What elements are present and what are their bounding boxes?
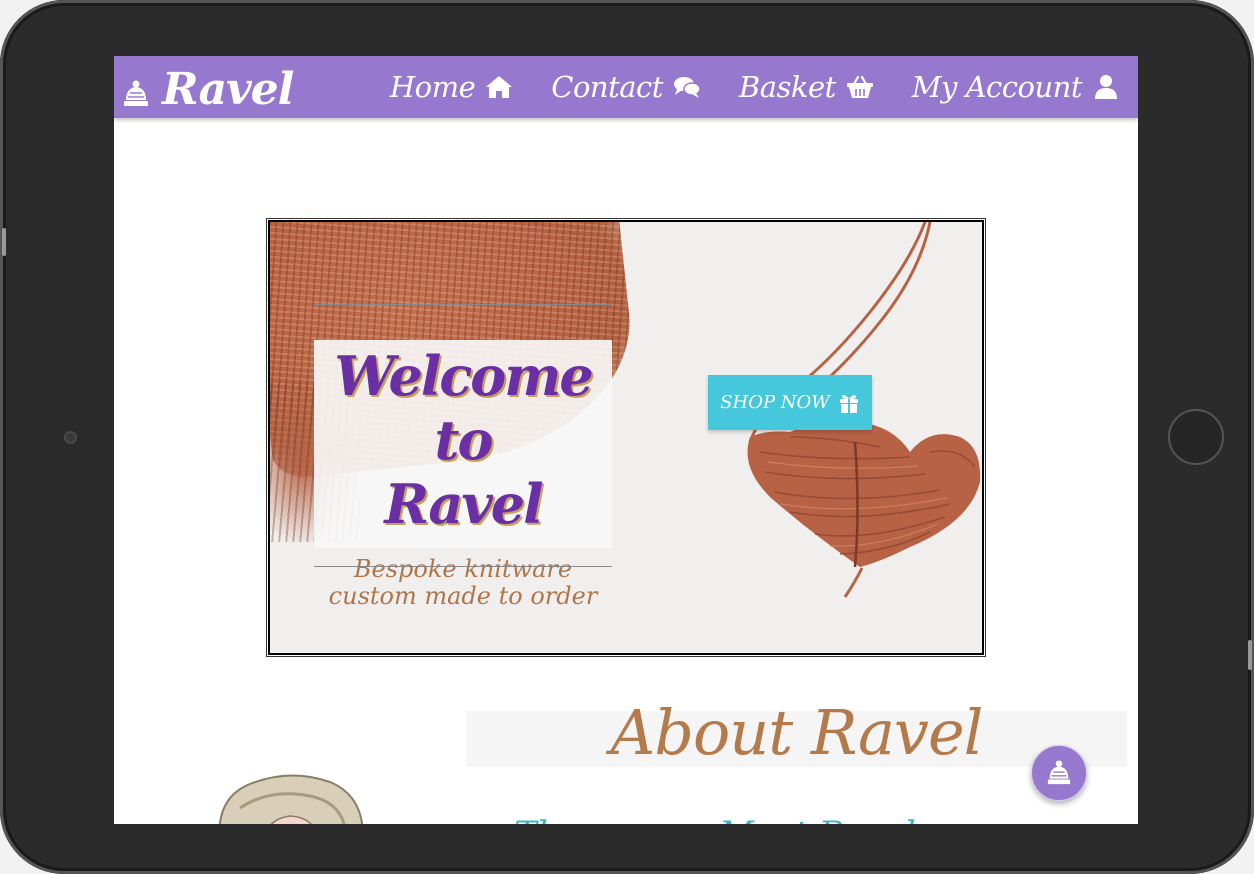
hero-card: Welcome to Ravel Bespoke knitware custom… xyxy=(314,340,612,610)
hero-title-line1: Welcome to xyxy=(334,344,594,472)
scroll-top-button[interactable] xyxy=(1031,745,1087,801)
screen: Ravel Home Contact Basket My Account Wel… xyxy=(114,56,1138,824)
tablet-frame: Ravel Home Contact Basket My Account Wel… xyxy=(0,0,1254,874)
nav-links: Home Contact Basket My Account xyxy=(352,70,1120,104)
nav-home[interactable]: Home xyxy=(390,70,513,104)
nav-basket-label: Basket xyxy=(738,70,836,104)
nav-basket[interactable]: Basket xyxy=(739,70,874,104)
nav-contact-label: Contact xyxy=(551,70,663,104)
about-title: About Ravel xyxy=(610,696,984,769)
volume-button xyxy=(2,228,6,256)
home-button[interactable] xyxy=(1168,409,1224,465)
about-intro-text: The ... ... ... Meet Ravel ... xyxy=(514,814,959,824)
hero-subtitle: Bespoke knitware custom made to order xyxy=(328,555,598,610)
beanie-hat-icon xyxy=(124,80,148,106)
hero-banner: Welcome to Ravel Bespoke knitware custom… xyxy=(266,218,986,657)
shop-now-label: SHOP NOW xyxy=(720,392,830,413)
hero-title: Welcome to Ravel xyxy=(314,344,612,536)
shop-now-button[interactable]: SHOP NOW xyxy=(708,375,872,430)
hero-divider xyxy=(314,304,612,305)
shopping-basket-icon xyxy=(846,75,873,98)
hero-divider xyxy=(314,566,612,567)
hero-title-line2: Ravel xyxy=(384,472,543,536)
beanie-hat-icon xyxy=(1047,760,1071,785)
user-icon xyxy=(1095,75,1117,99)
power-button xyxy=(1248,640,1252,670)
navbar: Ravel Home Contact Basket My Account xyxy=(114,56,1138,118)
brand-logo[interactable]: Ravel xyxy=(122,64,294,115)
nav-home-label: Home xyxy=(389,70,476,104)
home-icon xyxy=(486,76,513,98)
brand-name: Ravel xyxy=(162,64,294,115)
nav-contact[interactable]: Contact xyxy=(551,70,701,104)
camera-icon xyxy=(64,431,77,444)
gift-icon xyxy=(839,394,858,413)
comments-icon xyxy=(673,77,701,98)
founder-avatar xyxy=(218,774,364,824)
nav-my-account-label: My Account xyxy=(911,70,1083,104)
nav-my-account[interactable]: My Account xyxy=(912,70,1120,104)
